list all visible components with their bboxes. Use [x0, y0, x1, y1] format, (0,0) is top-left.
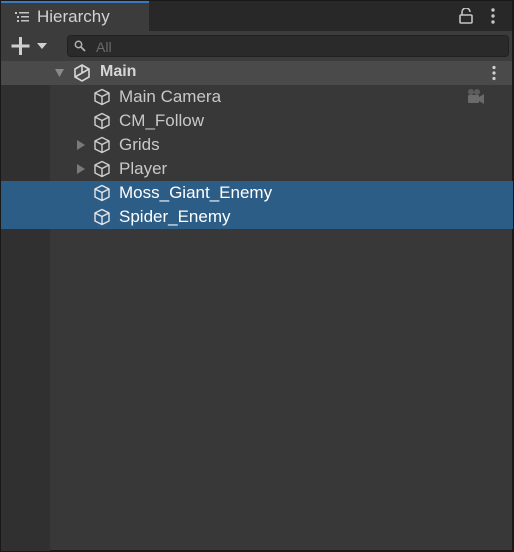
gameobject-cube-icon: [94, 160, 110, 178]
scene-menu-icon[interactable]: [491, 65, 497, 81]
tab-hierarchy[interactable]: Hierarchy: [1, 1, 149, 31]
panel-menu-icon[interactable]: [490, 7, 496, 25]
tab-title: Hierarchy: [37, 7, 110, 26]
item-label: Grids: [119, 135, 160, 154]
search-field[interactable]: [67, 35, 509, 57]
search-input[interactable]: [94, 37, 498, 57]
gameobject-cube-icon: [94, 88, 110, 106]
item-label: CM_Follow: [119, 111, 205, 130]
gameobject-cube-icon: [94, 112, 110, 130]
gameobject-cube-icon: [94, 184, 110, 202]
collapsed-arrow-icon[interactable]: [77, 140, 86, 150]
hierarchy-item-spider-enemy[interactable]: Spider_Enemy: [1, 205, 513, 229]
item-label: Spider_Enemy: [119, 207, 231, 226]
hierarchy-list-icon: [15, 12, 29, 22]
camera-gizmo-icon[interactable]: [465, 88, 487, 106]
tab-strip: Hierarchy: [1, 1, 512, 31]
unity-logo-icon: [74, 64, 90, 82]
hierarchy-item-main-camera[interactable]: Main Camera: [1, 85, 513, 109]
scene-name: Main: [100, 63, 137, 80]
search-icon: [74, 40, 86, 52]
gameobject-cube-icon: [94, 136, 110, 154]
lock-icon[interactable]: [459, 8, 473, 24]
item-label: Moss_Giant_Enemy: [119, 183, 273, 202]
item-label: Main Camera: [119, 87, 222, 106]
scene-header[interactable]: Main: [1, 61, 512, 85]
expand-arrow-icon[interactable]: [55, 69, 64, 77]
gameobject-cube-icon: [94, 208, 110, 226]
plus-dropdown-icon[interactable]: [11, 36, 51, 56]
item-label: Player: [119, 159, 168, 178]
hierarchy-item-moss-giant-enemy[interactable]: Moss_Giant_Enemy: [1, 181, 513, 205]
hierarchy-item-cm-follow[interactable]: CM_Follow: [1, 109, 513, 133]
hierarchy-item-player[interactable]: Player: [1, 157, 513, 181]
hierarchy-panel: Hierarchy Main: [0, 0, 513, 551]
hierarchy-item-grids[interactable]: Grids: [1, 133, 513, 157]
collapsed-arrow-icon[interactable]: [77, 164, 86, 174]
